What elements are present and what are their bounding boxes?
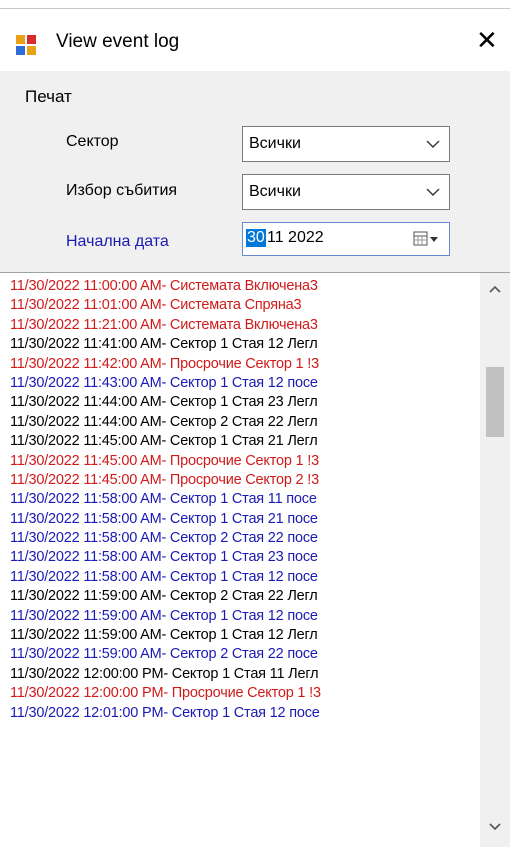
log-entry[interactable]: 11/30/2022 11:43:00 AM- Сектор 1 Стая 12… <box>10 374 478 393</box>
chevron-down-icon <box>426 140 440 148</box>
log-entry[interactable]: 11/30/2022 11:44:00 AM- Сектор 2 Стая 22… <box>10 413 478 432</box>
log-lines: 11/30/2022 11:00:00 AM- Системата Включе… <box>10 277 478 723</box>
log-entry[interactable]: 11/30/2022 11:45:00 AM- Просрочие Сектор… <box>10 471 478 490</box>
app-icon <box>16 35 36 55</box>
log-entry[interactable]: 11/30/2022 11:59:00 AM- Сектор 1 Стая 12… <box>10 626 478 645</box>
event-select[interactable]: Всички <box>242 174 450 210</box>
log-entry[interactable]: 11/30/2022 11:59:00 AM- Сектор 1 Стая 12… <box>10 607 478 626</box>
date-day-field[interactable]: 30 <box>246 229 266 247</box>
event-log-window: View event log ✕ Печат Сектор Всички Изб… <box>0 0 510 847</box>
log-entry[interactable]: 11/30/2022 11:44:00 AM- Сектор 1 Стая 23… <box>10 393 478 412</box>
window-title: View event log <box>56 31 180 52</box>
log-entry[interactable]: 11/30/2022 11:58:00 AM- Сектор 1 Стая 23… <box>10 548 478 567</box>
scroll-up-icon[interactable] <box>488 283 502 295</box>
event-label: Избор събития <box>66 182 178 199</box>
sector-label: Сектор <box>66 133 119 150</box>
log-entry[interactable]: 11/30/2022 11:58:00 AM- Сектор 1 Стая 21… <box>10 510 478 529</box>
log-entry[interactable]: 11/30/2022 11:58:00 AM- Сектор 1 Стая 12… <box>10 568 478 587</box>
sector-select-value: Всички <box>249 135 301 152</box>
date-month-year[interactable]: 11 2022 <box>267 229 324 247</box>
calendar-dropdown-icon[interactable] <box>413 230 439 248</box>
log-entry[interactable]: 11/30/2022 11:00:00 AM- Системата Включе… <box>10 277 478 296</box>
log-entry[interactable]: 11/30/2022 11:42:00 AM- Просрочие Сектор… <box>10 355 478 374</box>
event-select-value: Всички <box>249 183 301 200</box>
event-log-list[interactable]: 11/30/2022 11:00:00 AM- Системата Включе… <box>0 272 510 847</box>
start-date-label: Начална дата <box>66 233 169 250</box>
log-entry[interactable]: 11/30/2022 12:00:00 PM- Сектор 1 Стая 11… <box>10 665 478 684</box>
sector-select[interactable]: Всички <box>242 126 450 162</box>
log-entry[interactable]: 11/30/2022 11:21:00 AM- Системата Включе… <box>10 316 478 335</box>
menu-bar: Печат <box>0 72 510 118</box>
scroll-thumb[interactable] <box>486 367 504 437</box>
log-entry[interactable]: 11/30/2022 11:45:00 AM- Сектор 1 Стая 21… <box>10 432 478 451</box>
log-entry[interactable]: 11/30/2022 11:45:00 AM- Просрочие Сектор… <box>10 452 478 471</box>
log-entry[interactable]: 11/30/2022 11:59:00 AM- Сектор 2 Стая 22… <box>10 645 478 664</box>
log-entry[interactable]: 11/30/2022 11:58:00 AM- Сектор 2 Стая 22… <box>10 529 478 548</box>
title-bar[interactable]: View event log ✕ <box>0 9 510 71</box>
log-entry[interactable]: 11/30/2022 12:00:00 PM- Просрочие Сектор… <box>10 684 478 703</box>
log-entry[interactable]: 11/30/2022 11:59:00 AM- Сектор 2 Стая 22… <box>10 587 478 606</box>
log-entry[interactable]: 11/30/2022 11:58:00 AM- Сектор 1 Стая 11… <box>10 490 478 509</box>
menu-item-print[interactable]: Печат <box>25 87 72 107</box>
vertical-scrollbar[interactable] <box>480 273 510 847</box>
start-date-picker[interactable]: 30 11 2022 <box>242 222 450 256</box>
log-entry[interactable]: 11/30/2022 11:41:00 AM- Сектор 1 Стая 12… <box>10 335 478 354</box>
window-top-edge <box>0 0 510 9</box>
log-entry[interactable]: 11/30/2022 12:01:00 PM- Сектор 1 Стая 12… <box>10 704 478 723</box>
log-entry[interactable]: 11/30/2022 11:01:00 AM- Системата Спряна… <box>10 296 478 315</box>
close-icon[interactable]: ✕ <box>476 25 498 55</box>
chevron-down-icon <box>426 188 440 196</box>
scroll-down-icon[interactable] <box>488 821 502 833</box>
